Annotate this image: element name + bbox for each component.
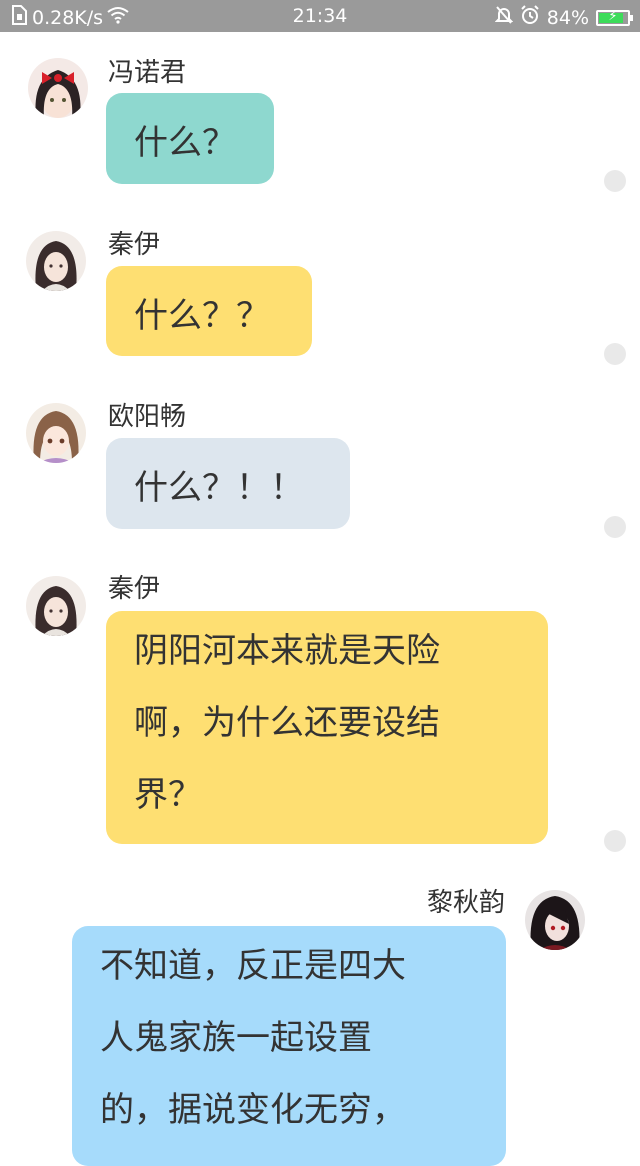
read-status-dot xyxy=(604,170,626,192)
battery-percent: 84% xyxy=(546,6,589,29)
alarm-icon xyxy=(520,5,540,30)
read-status-dot xyxy=(604,830,626,852)
message-text: 什么？？ xyxy=(134,296,270,336)
status-right: 84% ⚡ xyxy=(494,5,633,30)
avatar[interactable] xyxy=(26,403,86,463)
sender-name: 欧阳畅 xyxy=(108,402,187,432)
sender-name: 黎秋韵 xyxy=(426,888,505,918)
message-text: 不知道，反正是四大 人鬼家族一起设置 的，据说变化无穷， xyxy=(100,946,406,1130)
avatar[interactable] xyxy=(28,58,88,118)
message-bubble[interactable]: 什么？？ xyxy=(106,266,312,356)
message-text: 阴阳河本来就是天险 啊，为什么还要设结 界？ xyxy=(134,631,440,815)
status-bar: 0.28K/s 21:34 84% ⚡ xyxy=(0,0,640,32)
sender-name: 秦伊 xyxy=(108,574,161,604)
read-status-dot xyxy=(604,343,626,365)
sender-name: 秦伊 xyxy=(108,230,161,260)
bell-muted-icon xyxy=(494,5,514,30)
avatar[interactable] xyxy=(26,231,86,291)
charging-bolt-icon: ⚡ xyxy=(608,8,618,24)
message-bubble[interactable]: 阴阳河本来就是天险 啊，为什么还要设结 界？ xyxy=(106,611,548,844)
read-status-dot xyxy=(604,516,626,538)
sender-name: 冯诺君 xyxy=(108,58,187,88)
message-text: 什么？！！ xyxy=(134,468,304,508)
message-bubble[interactable]: 什么？ xyxy=(106,93,274,184)
battery-icon: ⚡ xyxy=(596,8,633,26)
message-text: 什么？ xyxy=(134,123,236,163)
avatar[interactable] xyxy=(525,890,585,950)
message-bubble[interactable]: 什么？！！ xyxy=(106,438,350,529)
avatar[interactable] xyxy=(26,576,86,636)
message-bubble[interactable]: 不知道，反正是四大 人鬼家族一起设置 的，据说变化无穷， xyxy=(72,926,506,1166)
